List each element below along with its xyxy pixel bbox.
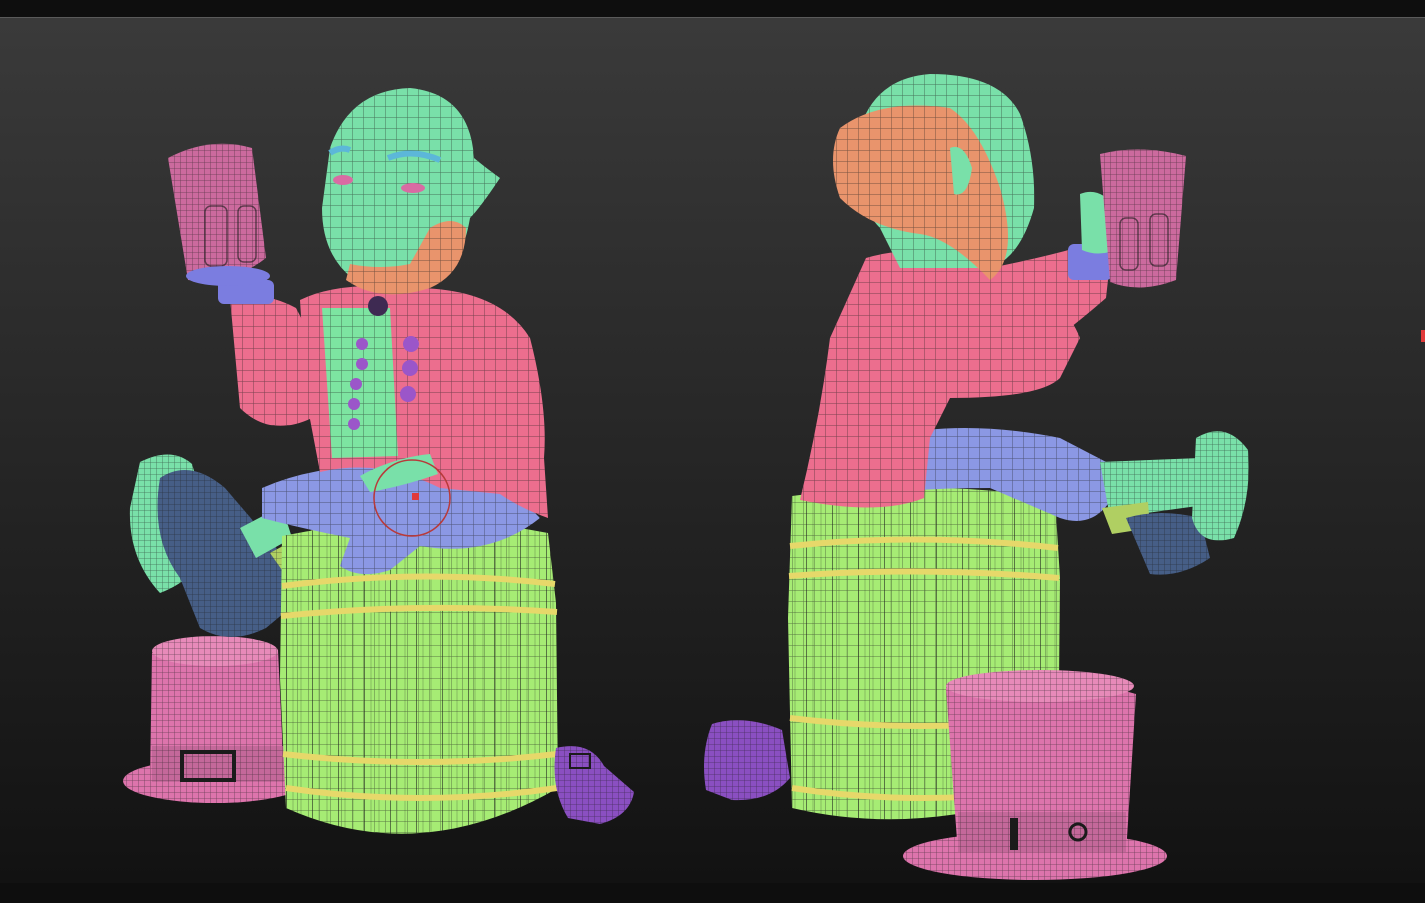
top-toolbar-strip [0,0,1425,17]
edge-marker [1421,330,1425,342]
right-loose-shoes [704,720,790,801]
canvas-viewport[interactable] [0,17,1425,884]
zbrush-app [0,0,1425,903]
bottom-toolbar-strip [0,883,1425,903]
scene-svg[interactable] [0,18,1425,884]
right-mug [1100,149,1186,288]
left-barrel [280,521,558,834]
